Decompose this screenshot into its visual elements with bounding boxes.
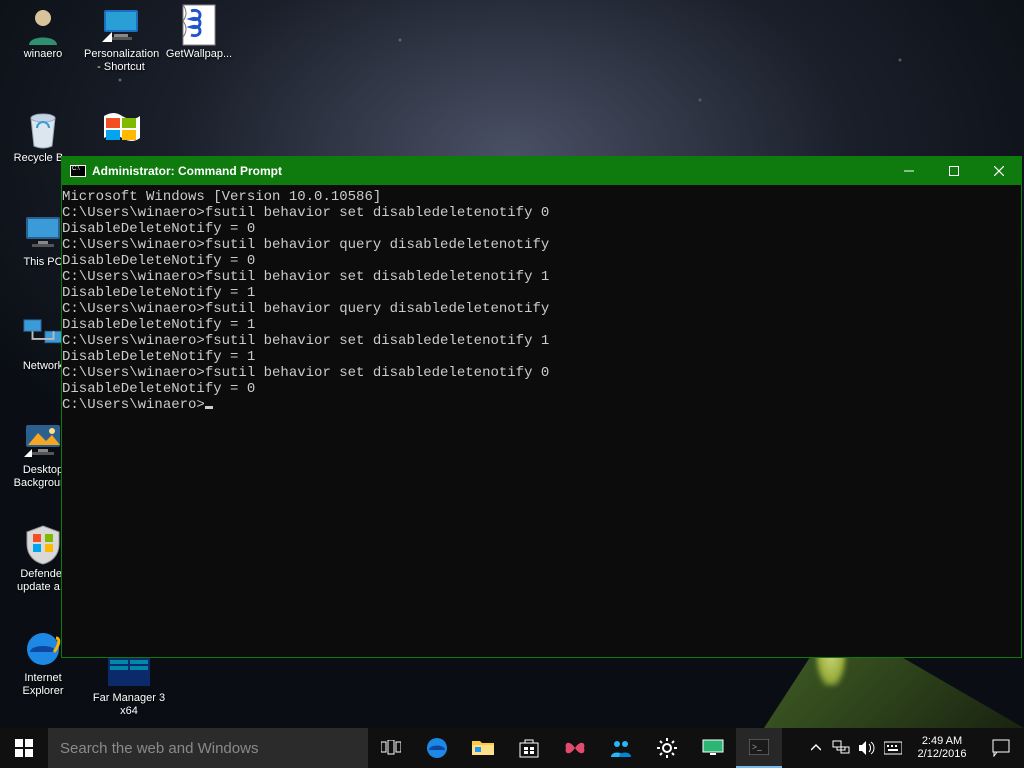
action-center-button[interactable]	[978, 739, 1024, 757]
command-prompt-icon: >_	[749, 739, 769, 755]
desktop-icon-personalization[interactable]: Personalization - Shortcut	[84, 4, 158, 74]
desktop-icon-label: Internet Explorer	[6, 672, 80, 698]
desktop-icon-getwallpaper[interactable]: GetWallpap...	[162, 4, 236, 61]
desktop-icon-paint-clone[interactable]	[84, 108, 158, 152]
script-file-icon	[178, 4, 220, 46]
terminal-line: C:\Users\winaero>fsutil behavior query d…	[62, 301, 1021, 317]
maximize-button[interactable]	[931, 157, 976, 185]
taskbar-app-people[interactable]	[598, 728, 644, 768]
taskbar-app-command-prompt[interactable]: >_	[736, 728, 782, 768]
terminal-line: C:\Users\winaero>fsutil behavior query d…	[62, 237, 1021, 253]
desktop-icon-label: GetWallpap...	[162, 48, 236, 61]
taskbar-date: 2/12/2016	[906, 748, 978, 761]
taskbar-app-edge[interactable]	[414, 728, 460, 768]
svg-text:>_: >_	[752, 742, 762, 752]
volume-icon	[858, 740, 876, 756]
task-view-icon	[381, 740, 401, 756]
terminal-line: DisableDeleteNotify = 1	[62, 317, 1021, 333]
edge-icon	[426, 737, 448, 759]
desktop-background-icon	[22, 420, 64, 462]
keyboard-icon	[884, 740, 902, 756]
system-tray: 2:49 AM 2/12/2016	[804, 728, 1024, 768]
terminal-line: DisableDeleteNotify = 0	[62, 253, 1021, 269]
start-button[interactable]	[0, 728, 48, 768]
minimize-button[interactable]	[886, 157, 931, 185]
command-prompt-sysmenu-icon[interactable]	[70, 165, 86, 177]
taskbar-app-store[interactable]	[506, 728, 552, 768]
command-prompt-window: Administrator: Command Prompt Microsoft …	[61, 156, 1022, 658]
taskbar-app-file-explorer[interactable]	[460, 728, 506, 768]
notification-icon	[992, 739, 1010, 757]
terminal-line: C:\Users\winaero>fsutil behavior set dis…	[62, 333, 1021, 349]
people-icon	[610, 739, 632, 757]
user-icon	[22, 4, 64, 46]
defender-icon	[22, 524, 64, 566]
command-prompt-body[interactable]: Microsoft Windows [Version 10.0.10586]C:…	[62, 185, 1021, 657]
terminal-line: C:\Users\winaero>fsutil behavior set dis…	[62, 205, 1021, 221]
this-pc-icon	[22, 212, 64, 254]
desktop-icon-winaero[interactable]: winaero	[6, 4, 80, 61]
cursor	[205, 406, 213, 409]
windows-logo-icon	[15, 739, 33, 757]
taskbar: Search the web and Windows >_	[0, 728, 1024, 768]
close-button[interactable]	[976, 157, 1021, 185]
terminal-line: Microsoft Windows [Version 10.0.10586]	[62, 189, 1021, 205]
task-view-button[interactable]	[368, 728, 414, 768]
taskbar-clock[interactable]: 2:49 AM 2/12/2016	[906, 735, 978, 761]
desktop-icon-label: Personalization - Shortcut	[84, 48, 158, 74]
monitor-tool-icon	[702, 739, 724, 757]
chevron-up-icon	[811, 743, 821, 753]
desktop-icon-label: winaero	[6, 48, 80, 61]
folder-icon	[472, 739, 494, 757]
network-tray-icon	[832, 740, 850, 756]
tray-volume-icon[interactable]	[854, 740, 880, 756]
command-prompt-titlebar[interactable]: Administrator: Command Prompt	[62, 157, 1021, 185]
terminal-line: C:\Users\winaero>fsutil behavior set dis…	[62, 365, 1021, 381]
terminal-line: DisableDeleteNotify = 0	[62, 381, 1021, 397]
internet-explorer-icon	[22, 628, 64, 670]
terminal-line: C:\Users\winaero>	[62, 397, 1021, 413]
recycle-bin-icon	[22, 108, 64, 150]
network-icon	[22, 316, 64, 358]
taskbar-app-settings[interactable]	[644, 728, 690, 768]
windows-flag-icon	[100, 108, 142, 150]
butterfly-icon	[564, 738, 586, 758]
taskbar-search-box[interactable]: Search the web and Windows	[48, 728, 368, 768]
terminal-line: DisableDeleteNotify = 0	[62, 221, 1021, 237]
tray-input-indicator[interactable]	[880, 740, 906, 756]
taskbar-search-placeholder: Search the web and Windows	[60, 740, 258, 757]
taskbar-app-monitor-tool[interactable]	[690, 728, 736, 768]
terminal-line: C:\Users\winaero>fsutil behavior set dis…	[62, 269, 1021, 285]
terminal-line: DisableDeleteNotify = 1	[62, 285, 1021, 301]
terminal-line: DisableDeleteNotify = 1	[62, 349, 1021, 365]
taskbar-time: 2:49 AM	[906, 735, 978, 748]
desktop-icon-far-manager[interactable]: Far Manager 3 x64	[84, 648, 174, 718]
desktop-icon-label: Far Manager 3 x64	[84, 692, 174, 718]
store-icon	[519, 738, 539, 758]
tray-overflow-button[interactable]	[804, 743, 828, 753]
monitor-icon	[100, 4, 142, 46]
gear-icon	[657, 738, 677, 758]
command-prompt-title: Administrator: Command Prompt	[92, 164, 282, 178]
taskbar-app-winaero[interactable]	[552, 728, 598, 768]
tray-network-icon[interactable]	[828, 740, 854, 756]
